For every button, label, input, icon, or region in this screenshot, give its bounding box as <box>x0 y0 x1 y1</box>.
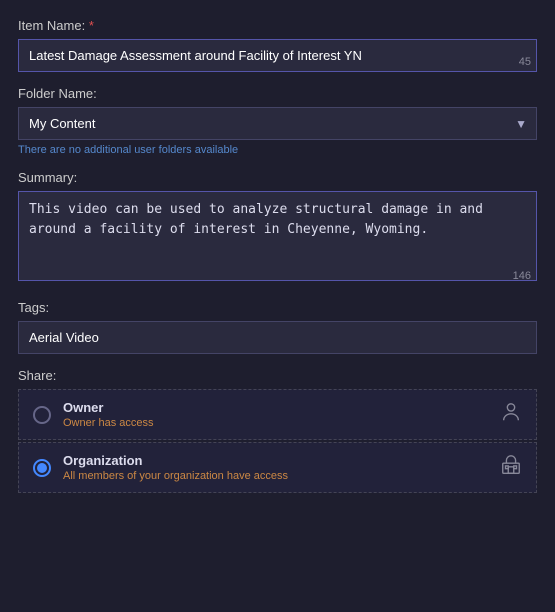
share-label: Share: <box>18 368 537 383</box>
folder-name-section: Folder Name: My Content ▼ There are no a… <box>18 86 537 156</box>
item-name-char-count: 45 <box>519 56 531 68</box>
radio-inner-dot <box>37 463 47 473</box>
item-name-label-text: Item Name: <box>18 18 85 33</box>
share-option-organization[interactable]: Organization All members of your organiz… <box>18 442 537 493</box>
share-section: Share: Owner Owner has access <box>18 368 537 493</box>
organization-radio[interactable] <box>33 459 51 477</box>
folder-hint: There are no additional user folders ava… <box>18 144 537 156</box>
tags-input[interactable] <box>18 321 537 354</box>
item-name-section: Item Name: * 45 <box>18 18 537 72</box>
owner-title: Owner <box>63 400 490 415</box>
tags-section: Tags: <box>18 300 537 354</box>
owner-option-text: Owner Owner has access <box>63 400 490 429</box>
item-name-wrapper: 45 <box>18 39 537 72</box>
summary-textarea[interactable]: This video can be used to analyze struct… <box>18 191 537 281</box>
summary-char-count: 146 <box>513 270 531 282</box>
owner-radio[interactable] <box>33 406 51 424</box>
summary-label: Summary: <box>18 170 537 185</box>
organization-subtitle: All members of your organization have ac… <box>63 470 490 482</box>
share-option-owner[interactable]: Owner Owner has access <box>18 389 537 440</box>
summary-section: Summary: This video can be used to analy… <box>18 170 537 286</box>
item-name-label: Item Name: * <box>18 18 537 33</box>
summary-wrapper: This video can be used to analyze struct… <box>18 191 537 286</box>
organization-title: Organization <box>63 453 490 468</box>
organization-icon <box>500 454 522 481</box>
item-name-input[interactable] <box>18 39 537 72</box>
folder-select-wrapper: My Content ▼ <box>18 107 537 140</box>
required-star: * <box>89 18 94 33</box>
organization-option-text: Organization All members of your organiz… <box>63 453 490 482</box>
folder-name-label: Folder Name: <box>18 86 537 101</box>
owner-subtitle: Owner has access <box>63 417 490 429</box>
folder-name-select[interactable]: My Content <box>18 107 537 140</box>
main-container: Item Name: * 45 Folder Name: My Content … <box>0 0 555 612</box>
tags-label: Tags: <box>18 300 537 315</box>
owner-person-icon <box>500 401 522 429</box>
